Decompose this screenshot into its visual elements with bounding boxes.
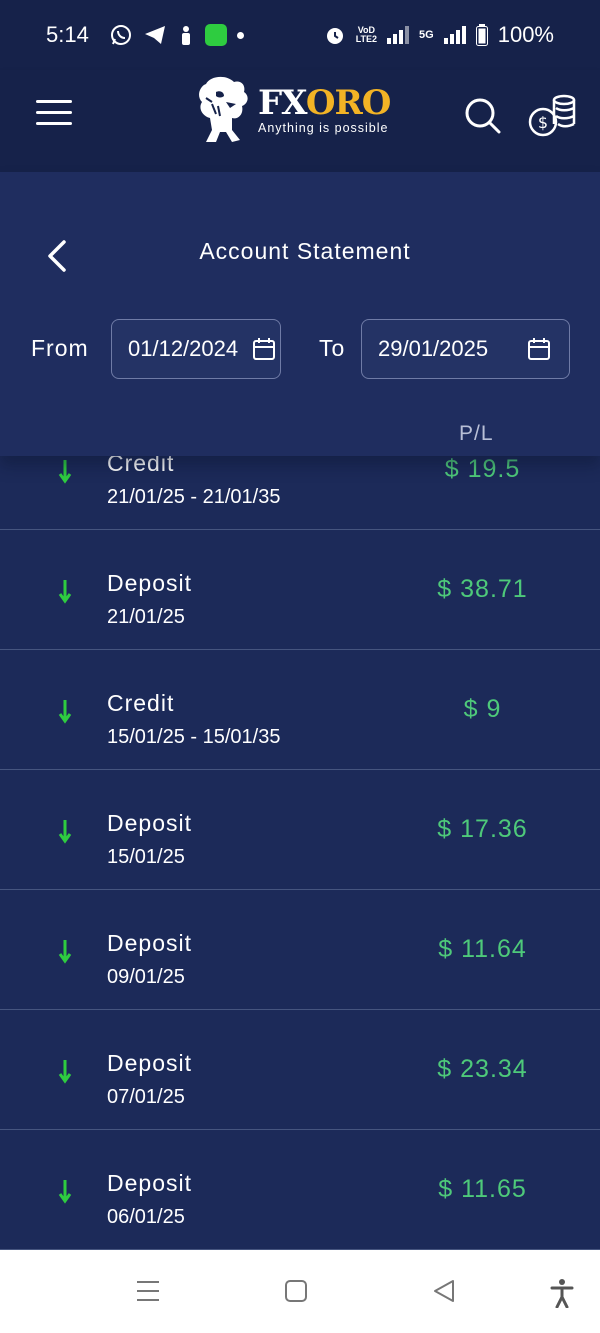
recent-apps-icon[interactable]	[135, 1278, 161, 1304]
system-nav-bar	[0, 1250, 600, 1333]
transaction-row[interactable]: Deposit 09/01/25 $ 11.64	[0, 890, 600, 1010]
from-date-field[interactable]: 01/12/2024	[111, 319, 281, 379]
menu-icon-bar	[36, 111, 72, 114]
from-date-value: 01/12/2024	[128, 336, 239, 361]
menu-icon-bar	[36, 100, 72, 103]
status-time: 5:14	[46, 22, 89, 47]
signal-icon-2	[443, 26, 466, 44]
messages-icon	[204, 24, 227, 46]
transaction-date: 15/01/25 - 15/01/35	[107, 726, 281, 748]
down-arrow-icon	[58, 580, 72, 604]
telegram-icon	[144, 26, 165, 44]
menu-button[interactable]	[36, 100, 72, 130]
transaction-date: 21/01/25	[107, 606, 185, 628]
transaction-type: Deposit	[107, 570, 192, 596]
transaction-list[interactable]: Credit 21/01/25 - 21/01/35 $ 19.5 Deposi…	[0, 410, 600, 1250]
down-arrow-icon	[58, 700, 72, 724]
to-date-value: 29/01/2025	[378, 336, 489, 361]
menu-icon-bar	[36, 122, 72, 125]
brand-name: FXORO	[258, 83, 391, 123]
down-arrow-icon	[58, 1060, 72, 1084]
notification-icon	[181, 26, 190, 45]
statement-filter-panel: Account Statement From 01/12/2024 To 29/…	[0, 172, 600, 456]
search-icon[interactable]	[464, 96, 502, 136]
transaction-amount: $ 17.36	[437, 815, 528, 843]
transaction-date: 15/01/25	[107, 846, 185, 868]
more-notifications-dot	[236, 31, 244, 39]
coins-icon[interactable]: $	[528, 94, 576, 138]
transaction-amount: $ 23.34	[437, 1055, 528, 1083]
lion-logo-icon	[199, 76, 248, 142]
transaction-type: Deposit	[107, 810, 192, 836]
battery-icon	[475, 24, 488, 46]
transaction-type: Credit	[107, 690, 175, 716]
down-arrow-icon	[58, 940, 72, 964]
down-arrow-icon	[58, 820, 72, 844]
whatsapp-icon	[110, 25, 131, 45]
from-label: From	[31, 335, 89, 361]
brand-tagline: Anything is possible	[258, 121, 389, 135]
alarm-icon	[326, 28, 343, 44]
status-right: VoD LTE2 5G 100%	[324, 22, 554, 48]
transaction-date: 21/01/25 - 21/01/35	[107, 486, 281, 508]
accessibility-icon[interactable]	[550, 1278, 574, 1308]
calendar-icon[interactable]	[527, 337, 551, 361]
transaction-row[interactable]: Deposit 06/01/25 $ 11.65	[0, 1130, 600, 1250]
status-bar: 5:14 VoD LTE2 5G 100%	[0, 0, 600, 70]
vod-lte-indicator: VoD LTE2	[355, 25, 378, 44]
app-header: FXORO Anything is possible $	[0, 70, 600, 172]
down-arrow-icon	[58, 460, 72, 484]
page-title: Account Statement	[199, 238, 411, 264]
transaction-row[interactable]: Deposit 15/01/25 $ 17.36	[0, 770, 600, 890]
transaction-amount: $ 11.65	[438, 1175, 527, 1203]
transaction-row[interactable]: Deposit 07/01/25 $ 23.34	[0, 1010, 600, 1130]
transaction-date: 09/01/25	[107, 966, 185, 988]
transaction-type: Deposit	[107, 1050, 192, 1076]
battery-percent: 100%	[497, 22, 554, 47]
network-type: 5G	[419, 28, 434, 41]
transaction-amount: $ 9	[463, 695, 502, 723]
transaction-type: Deposit	[107, 930, 192, 956]
back-icon[interactable]	[431, 1278, 457, 1304]
transaction-row[interactable]: Deposit 21/01/25 $ 38.71	[0, 530, 600, 650]
transaction-amount: $ 11.64	[438, 935, 527, 963]
to-date-field[interactable]: 29/01/2025	[361, 319, 570, 379]
signal-icon	[387, 26, 410, 44]
notification-icons	[109, 23, 244, 47]
transaction-date: 07/01/25	[107, 1086, 185, 1108]
fxoro-logo[interactable]: FXORO Anything is possible	[192, 72, 402, 148]
svg-text:$: $	[538, 113, 548, 132]
calendar-icon[interactable]	[252, 337, 276, 361]
down-arrow-icon	[58, 1180, 72, 1204]
transaction-amount: $ 19.5	[444, 455, 521, 483]
transaction-date: 06/01/25	[107, 1206, 185, 1228]
pl-column-header: P/L	[459, 422, 494, 445]
to-label: To	[319, 335, 346, 361]
transaction-type: Deposit	[107, 1170, 192, 1196]
transaction-amount: $ 38.71	[437, 575, 528, 603]
home-icon[interactable]	[284, 1278, 308, 1304]
transaction-row[interactable]: Credit 15/01/25 - 15/01/35 $ 9	[0, 650, 600, 770]
